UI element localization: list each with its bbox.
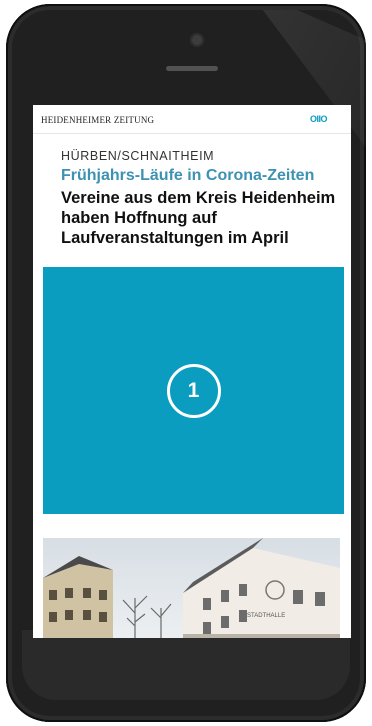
step-number-badge: 1 [166, 363, 221, 418]
article-headline[interactable]: Vereine aus dem Kreis Heidenheim haben H… [61, 188, 345, 248]
phone-chin [22, 630, 350, 700]
brand-badge-icon[interactable]: OIIO [310, 114, 328, 124]
building-photo-illustration: STADTHALLE [43, 538, 340, 638]
article-photo[interactable]: STADTHALLE [43, 538, 340, 638]
building-sign-text: STADTHALLE [247, 613, 285, 619]
article-kicker: HÜRBEN/SCHNAITHEIM [61, 149, 215, 163]
front-camera-icon [192, 35, 202, 45]
earpiece-speaker [166, 66, 218, 71]
newspaper-logo[interactable]: HEIDENHEIMER ZEITUNG [41, 115, 154, 125]
teaser-placeholder[interactable]: 1 [43, 267, 344, 514]
newspaper-masthead: HEIDENHEIMER ZEITUNG OIIO [33, 105, 351, 134]
phone-screen: HEIDENHEIMER ZEITUNG OIIO HÜRBEN/SCHNAIT… [33, 105, 351, 638]
article-subheadline[interactable]: Frühjahrs-Läufe in Corona-Zeiten [61, 167, 314, 185]
